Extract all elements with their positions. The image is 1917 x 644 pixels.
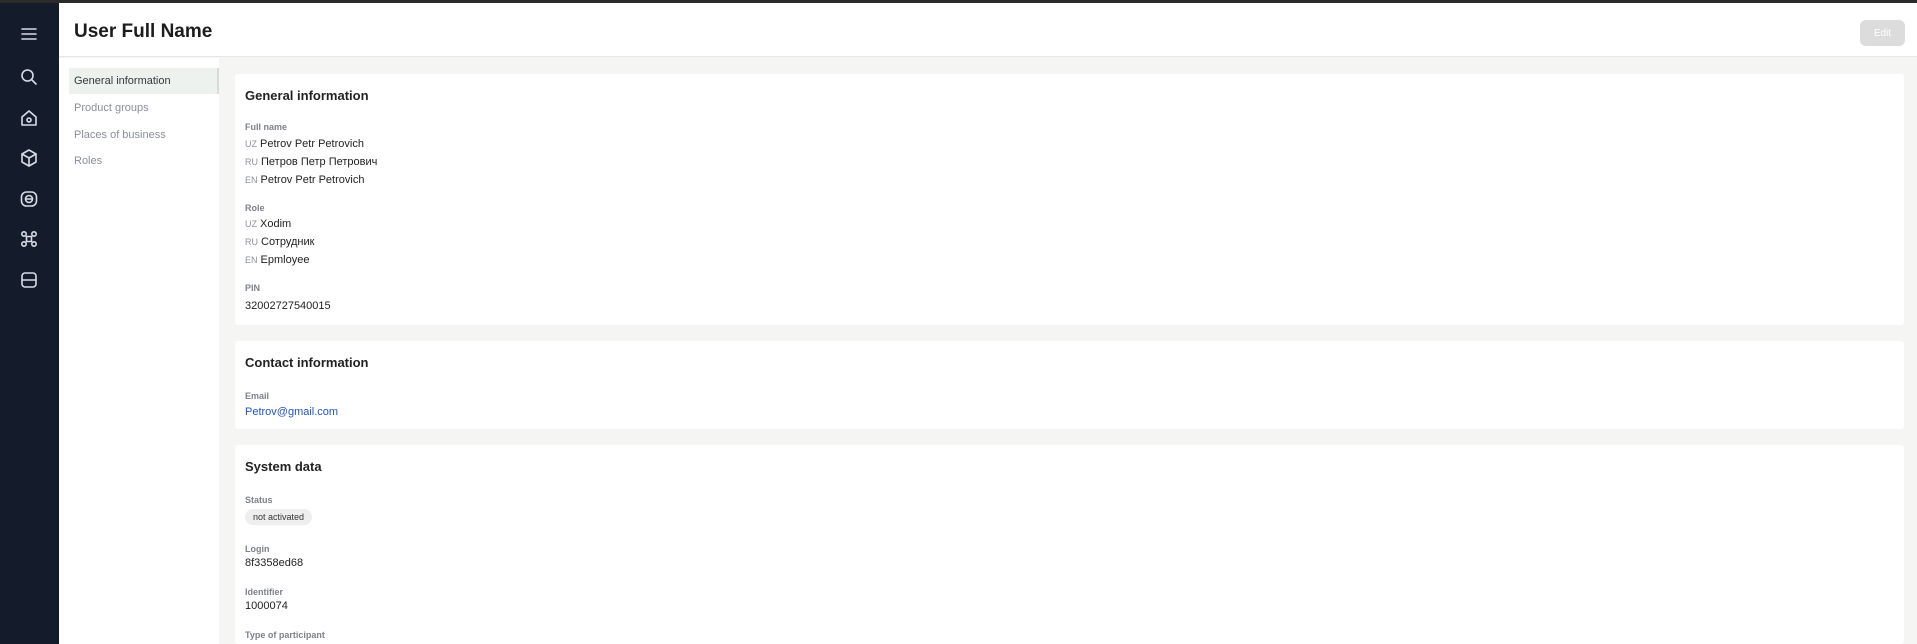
section-nav-general-information[interactable]: General information xyxy=(69,68,219,94)
status-label: Status xyxy=(245,495,273,505)
page-header: User Full Name Edit xyxy=(59,3,1917,57)
lang-code: UZ xyxy=(245,219,257,229)
icon-rail xyxy=(0,3,59,644)
storage-icon[interactable] xyxy=(17,268,41,292)
card-title: General information xyxy=(245,88,369,103)
home-icon[interactable] xyxy=(17,106,41,130)
participant-type-label: Type of participant xyxy=(245,630,325,640)
pin-value: 32002727540015 xyxy=(245,300,331,312)
role-ru: RU Сотрудник xyxy=(245,236,314,248)
general-information-card: General information Full name UZ Petrov P… xyxy=(235,74,1904,325)
pin-label: PIN xyxy=(245,283,261,293)
role-label: Role xyxy=(245,203,265,213)
login-value: 8f3358ed68 xyxy=(245,557,304,569)
system-data-card: System data Status not activated Login 8… xyxy=(235,445,1904,644)
lang-code: UZ xyxy=(245,139,257,149)
contact-information-card: Contact information Email Petrov@gmail.c… xyxy=(235,341,1904,429)
full-name-label: Full name xyxy=(245,122,288,132)
lang-code: RU xyxy=(245,157,258,167)
status-badge: not activated xyxy=(245,509,313,525)
box-icon[interactable] xyxy=(17,146,41,170)
nodes-icon[interactable] xyxy=(17,227,41,251)
role-en: EN Epmloyee xyxy=(245,254,309,266)
identifier-label: Identifier xyxy=(245,587,284,597)
role-uz: UZ Xodim xyxy=(245,218,291,230)
lang-code: EN xyxy=(245,175,258,185)
full-name-uz: UZ Petrov Petr Petrovich xyxy=(245,138,364,150)
full-name-ru: RU Петров Петр Петрович xyxy=(245,156,377,168)
role-value: Xodim xyxy=(260,218,292,230)
section-nav-places-of-business[interactable]: Places of business xyxy=(69,122,219,148)
full-name-en: EN Petrov Petr Petrovich xyxy=(245,174,364,186)
page-title: User Full Name xyxy=(74,21,213,42)
card-title: Contact information xyxy=(245,355,369,370)
scan-icon[interactable] xyxy=(17,187,41,211)
full-name-value: Петров Петр Петрович xyxy=(261,156,378,168)
card-title: System data xyxy=(245,459,322,474)
lang-code: EN xyxy=(245,255,258,265)
email-link[interactable]: Petrov@gmail.com xyxy=(245,406,338,418)
section-nav: General information Product groups Place… xyxy=(59,58,219,644)
edit-button[interactable]: Edit xyxy=(1860,20,1905,46)
lang-code: RU xyxy=(245,237,258,247)
identifier-value: 1000074 xyxy=(245,600,288,612)
search-icon[interactable] xyxy=(17,65,41,89)
email-label: Email xyxy=(245,391,270,401)
full-name-value: Petrov Petr Petrovich xyxy=(260,174,365,186)
login-label: Login xyxy=(245,544,270,554)
menu-icon[interactable] xyxy=(17,22,41,46)
full-name-value: Petrov Petr Petrovich xyxy=(260,138,364,150)
section-nav-product-groups[interactable]: Product groups xyxy=(69,95,219,121)
role-value: Epmloyee xyxy=(260,254,310,266)
section-nav-roles[interactable]: Roles xyxy=(69,148,219,174)
role-value: Сотрудник xyxy=(261,236,315,248)
